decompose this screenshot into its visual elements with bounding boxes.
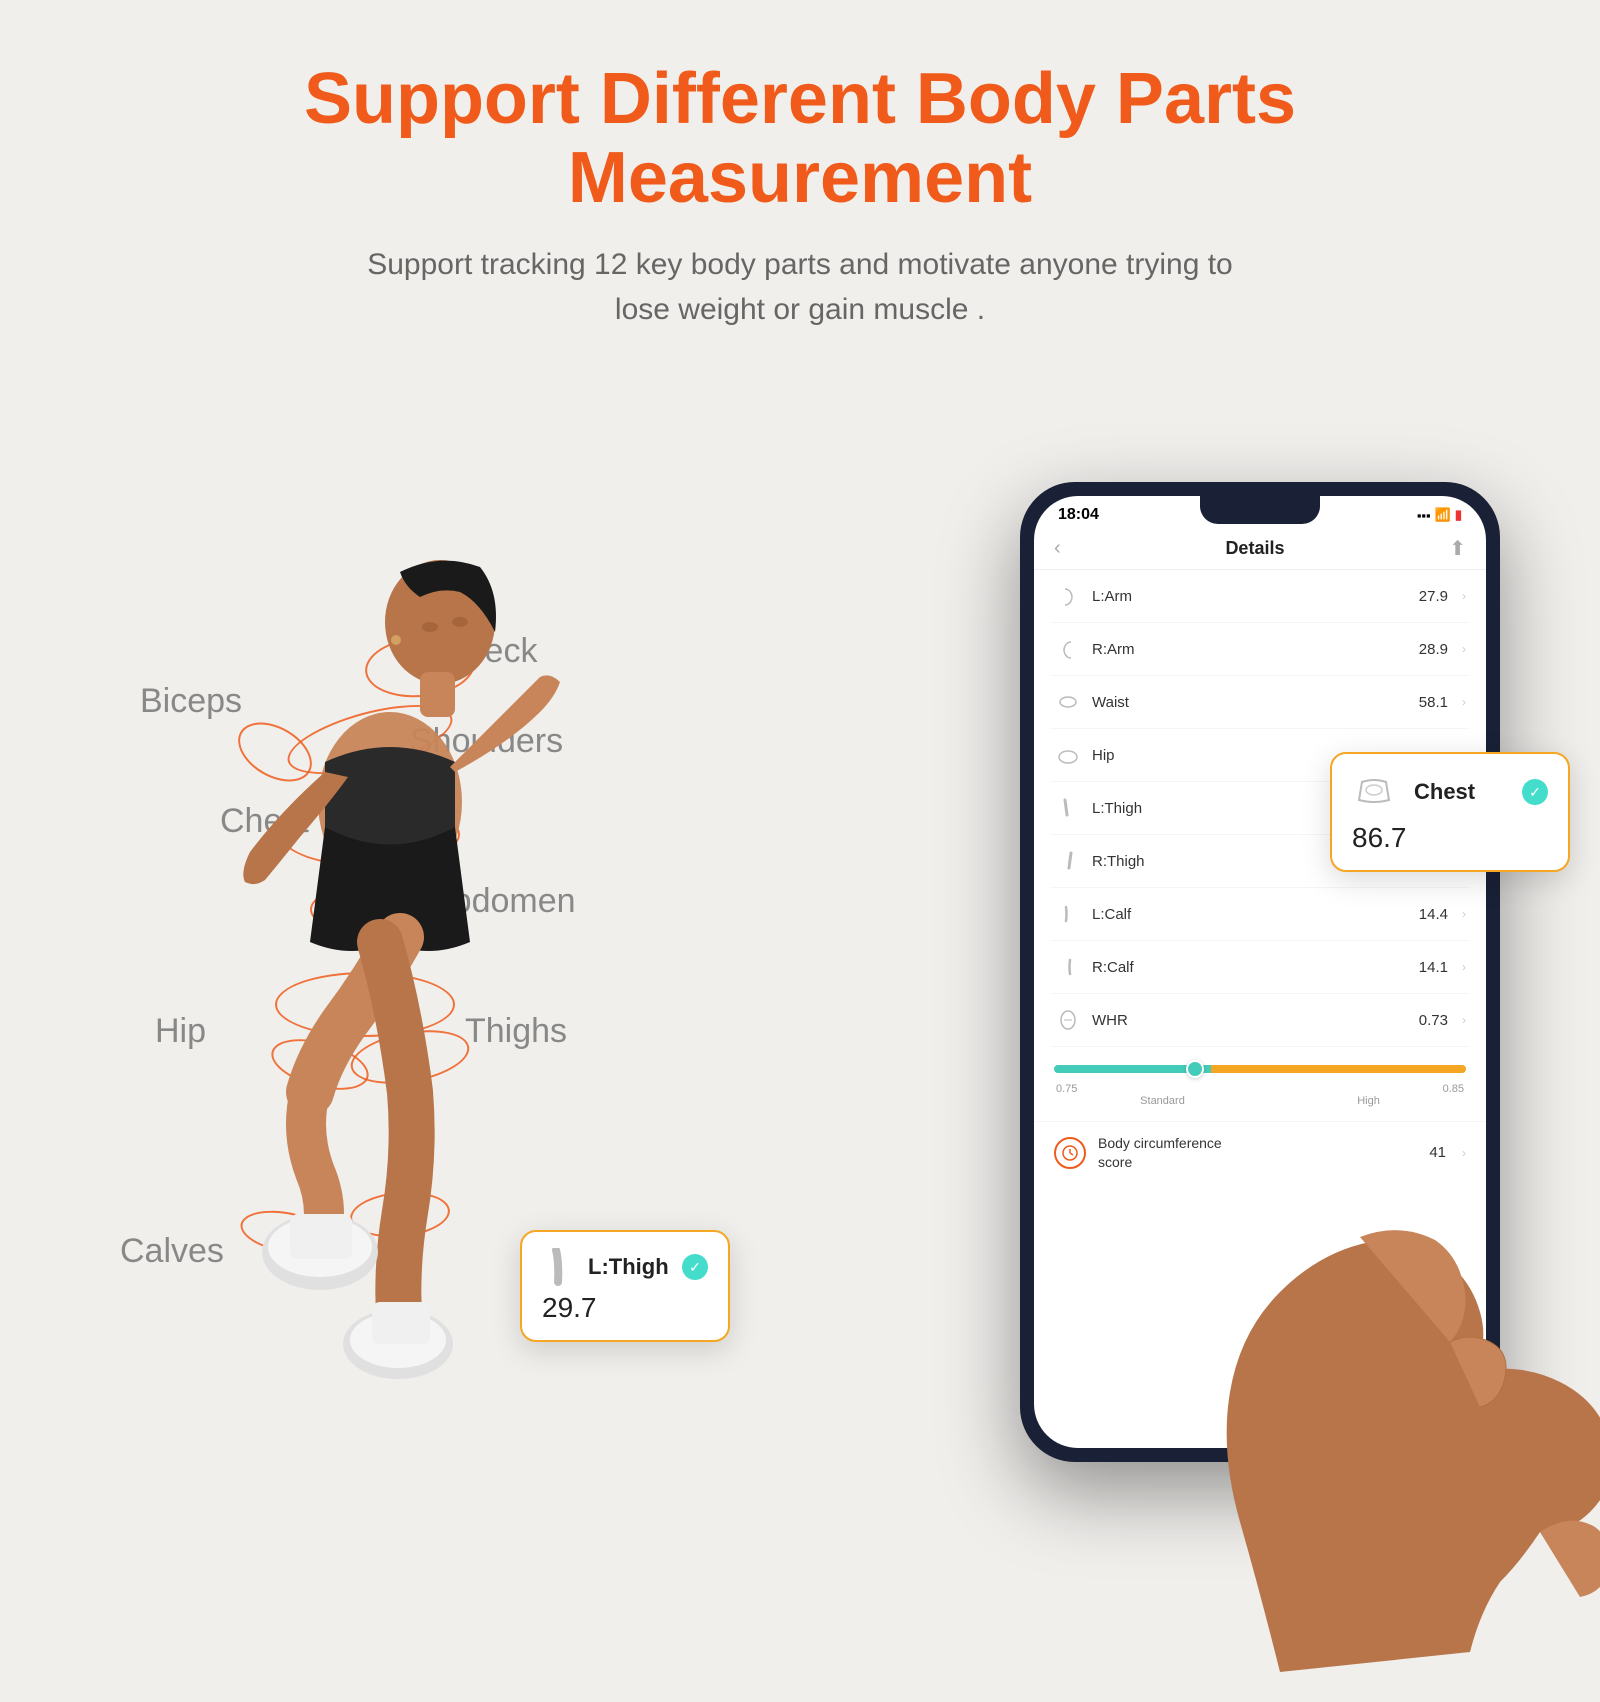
rcalf-label: R:Calf [1092,959,1409,976]
whr-icon [1054,1006,1082,1034]
chest-popup-value: 86.7 [1352,822,1548,854]
lthigh-icon [1054,794,1082,822]
popup-thigh: L:Thigh ✓ 29.7 [520,1230,730,1342]
chest-icon [1352,770,1396,814]
waist-icon [1054,688,1082,716]
popup-chest-header: Chest ✓ [1352,770,1548,814]
popup-thigh-header: L:Thigh ✓ [542,1248,708,1286]
larm-chevron: › [1462,589,1466,603]
thigh-icon [542,1248,580,1286]
rcalf-chevron: › [1462,960,1466,974]
measurement-item-lcalf: L:Calf 14.4 › [1050,888,1470,941]
lcalf-value: 14.4 [1419,906,1448,923]
waist-label: Waist [1092,694,1409,711]
thigh-check-icon: ✓ [682,1254,708,1280]
score-icon [1054,1137,1086,1169]
rarm-icon [1054,635,1082,663]
wifi-icon: 📶 [1435,507,1451,523]
battery-icon: ▮ [1455,507,1462,523]
rcalf-icon [1054,953,1082,981]
app-header: ‹ Details ⬆ [1034,528,1486,570]
larm-label: L:Arm [1092,588,1409,605]
waist-value: 58.1 [1419,694,1448,711]
rarm-value: 28.9 [1419,641,1448,658]
measurement-item-larm: L:Arm 27.9 › [1050,570,1470,623]
larm-icon [1054,582,1082,610]
status-icons: ▪▪▪ 📶 ▮ [1417,507,1462,523]
runner-figure [80,372,760,1652]
status-time: 18:04 [1058,506,1099,524]
export-button[interactable]: ⬆ [1449,536,1466,561]
rarm-chevron: › [1462,642,1466,656]
page-title: Support Different Body Parts Measurement [100,60,1500,218]
runner-container: Biceps Neck Shoulders Chest Abdomen Hip … [80,372,800,1652]
whr-chevron: › [1462,1013,1466,1027]
chest-popup-title: Chest [1414,779,1475,805]
slider-thumb[interactable] [1186,1060,1204,1078]
waist-chevron: › [1462,695,1466,709]
slider-low: 0.75 [1056,1083,1077,1095]
lcalf-label: L:Calf [1092,906,1409,923]
hip-icon [1054,741,1082,769]
phone-mockup: 18:04 ▪▪▪ 📶 ▮ ‹ Details ⬆ [980,402,1540,1552]
measurement-item-rarm: R:Arm 28.9 › [1050,623,1470,676]
signal-icon: ▪▪▪ [1417,508,1431,523]
rarm-label: R:Arm [1092,641,1409,658]
lcalf-chevron: › [1462,907,1466,921]
phone-notch [1200,496,1320,524]
rthigh-icon [1054,847,1082,875]
lcalf-icon [1054,900,1082,928]
larm-value: 27.9 [1419,588,1448,605]
hand-svg [1160,1092,1600,1672]
main-content: Biceps Neck Shoulders Chest Abdomen Hip … [0,352,1600,1702]
chest-check-icon: ✓ [1522,779,1548,805]
score-sublabel: score [1098,1154,1132,1170]
popup-chest: Chest ✓ 86.7 [1330,752,1570,872]
rcalf-value: 14.1 [1419,959,1448,976]
measurement-item-rcalf: R:Calf 14.1 › [1050,941,1470,994]
back-button[interactable]: ‹ [1054,537,1061,560]
thigh-popup-value: 29.7 [542,1292,708,1324]
page-subtitle: Support tracking 12 key body parts and m… [100,242,1500,332]
thigh-popup-title: L:Thigh [588,1254,669,1280]
whr-label: WHR [1092,1012,1409,1029]
whr-value: 0.73 [1419,1012,1448,1029]
header-section: Support Different Body Parts Measurement… [0,0,1600,352]
screen-title: Details [1225,538,1284,559]
measurement-item-whr: WHR 0.73 › [1050,994,1470,1047]
measurement-item-waist: Waist 58.1 › [1050,676,1470,729]
